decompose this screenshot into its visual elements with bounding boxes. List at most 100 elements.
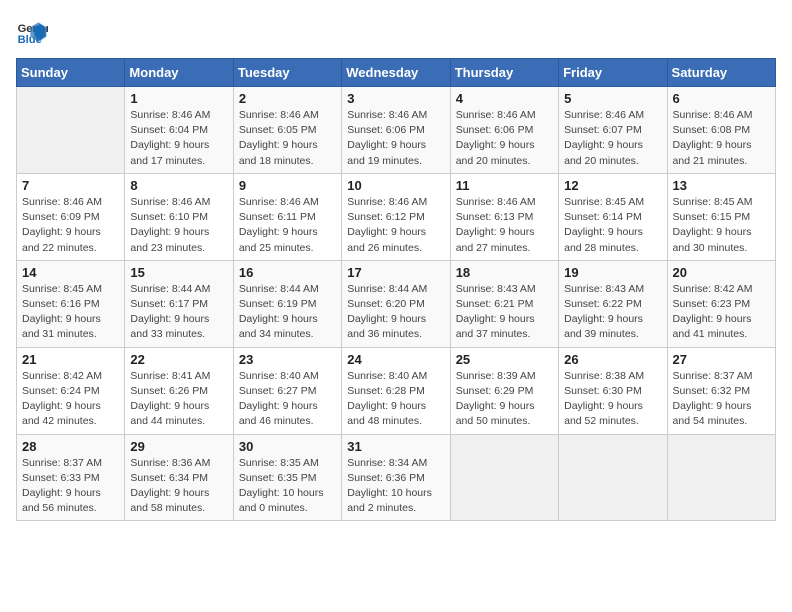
calendar-cell: 17 Sunrise: 8:44 AMSunset: 6:20 PMDayligh… (342, 260, 450, 347)
day-info: Sunrise: 8:44 AMSunset: 6:17 PMDaylight:… (130, 282, 227, 343)
day-number: 13 (673, 178, 770, 193)
day-number: 5 (564, 91, 661, 106)
day-info: Sunrise: 8:36 AMSunset: 6:34 PMDaylight:… (130, 456, 227, 517)
day-info: Sunrise: 8:37 AMSunset: 6:32 PMDaylight:… (673, 369, 770, 430)
calendar-cell: 2 Sunrise: 8:46 AMSunset: 6:05 PMDaylight… (233, 87, 341, 174)
day-number: 12 (564, 178, 661, 193)
day-info: Sunrise: 8:46 AMSunset: 6:05 PMDaylight:… (239, 108, 336, 169)
logo-icon: General Blue (16, 16, 48, 48)
calendar-cell: 18Sunrise: 8:43 AMSunset: 6:21 PMDayligh… (450, 260, 558, 347)
day-number: 6 (673, 91, 770, 106)
calendar-cell: 16 Sunrise: 8:44 AMSunset: 6:19 PMDayligh… (233, 260, 341, 347)
day-info: Sunrise: 8:43 AMSunset: 6:22 PMDaylight:… (564, 282, 661, 343)
day-header-monday: Monday (125, 59, 233, 87)
day-number: 21 (22, 352, 119, 367)
calendar-cell: 10 Sunrise: 8:46 AMSunset: 6:12 PMDayligh… (342, 173, 450, 260)
day-number: 4 (456, 91, 553, 106)
day-info: Sunrise: 8:46 AMSunset: 6:13 PMDaylight:… (456, 195, 553, 256)
day-info: Sunrise: 8:45 AMSunset: 6:14 PMDaylight:… (564, 195, 661, 256)
day-number: 27 (673, 352, 770, 367)
day-info: Sunrise: 8:46 AMSunset: 6:11 PMDaylight:… (239, 195, 336, 256)
day-info: Sunrise: 8:38 AMSunset: 6:30 PMDaylight:… (564, 369, 661, 430)
day-number: 31 (347, 439, 444, 454)
day-number: 7 (22, 178, 119, 193)
day-number: 22 (130, 352, 227, 367)
logo: General Blue (16, 16, 52, 48)
calendar-cell: 8 Sunrise: 8:46 AMSunset: 6:10 PMDaylight… (125, 173, 233, 260)
calendar-cell: 25 Sunrise: 8:39 AMSunset: 6:29 PMDayligh… (450, 347, 558, 434)
calendar-cell: 3 Sunrise: 8:46 AMSunset: 6:06 PMDaylight… (342, 87, 450, 174)
calendar-week-5: 28 Sunrise: 8:37 AMSunset: 6:33 PMDayligh… (17, 434, 776, 521)
day-info: Sunrise: 8:46 AMSunset: 6:10 PMDaylight:… (130, 195, 227, 256)
calendar-cell: 9 Sunrise: 8:46 AMSunset: 6:11 PMDaylight… (233, 173, 341, 260)
day-info: Sunrise: 8:45 AMSunset: 6:15 PMDaylight:… (673, 195, 770, 256)
day-number: 23 (239, 352, 336, 367)
day-info: Sunrise: 8:42 AMSunset: 6:24 PMDaylight:… (22, 369, 119, 430)
day-header-tuesday: Tuesday (233, 59, 341, 87)
day-number: 17 (347, 265, 444, 280)
day-info: Sunrise: 8:46 AMSunset: 6:09 PMDaylight:… (22, 195, 119, 256)
calendar-cell: 31Sunrise: 8:34 AMSunset: 6:36 PMDayligh… (342, 434, 450, 521)
day-number: 2 (239, 91, 336, 106)
calendar-cell: 6 Sunrise: 8:46 AMSunset: 6:08 PMDaylight… (667, 87, 775, 174)
calendar-cell: 7 Sunrise: 8:46 AMSunset: 6:09 PMDaylight… (17, 173, 125, 260)
calendar-cell: 13 Sunrise: 8:45 AMSunset: 6:15 PMDayligh… (667, 173, 775, 260)
calendar-week-3: 14 Sunrise: 8:45 AMSunset: 6:16 PMDayligh… (17, 260, 776, 347)
day-number: 10 (347, 178, 444, 193)
day-number: 18 (456, 265, 553, 280)
day-number: 3 (347, 91, 444, 106)
day-info: Sunrise: 8:46 AMSunset: 6:08 PMDaylight:… (673, 108, 770, 169)
calendar-cell: 15 Sunrise: 8:44 AMSunset: 6:17 PMDayligh… (125, 260, 233, 347)
day-number: 20 (673, 265, 770, 280)
day-info: Sunrise: 8:46 AMSunset: 6:12 PMDaylight:… (347, 195, 444, 256)
calendar-cell: 5 Sunrise: 8:46 AMSunset: 6:07 PMDaylight… (559, 87, 667, 174)
day-number: 8 (130, 178, 227, 193)
calendar-cell: 21 Sunrise: 8:42 AMSunset: 6:24 PMDayligh… (17, 347, 125, 434)
calendar-cell: 27 Sunrise: 8:37 AMSunset: 6:32 PMDayligh… (667, 347, 775, 434)
day-info: Sunrise: 8:39 AMSunset: 6:29 PMDaylight:… (456, 369, 553, 430)
day-info: Sunrise: 8:37 AMSunset: 6:33 PMDaylight:… (22, 456, 119, 517)
day-info: Sunrise: 8:40 AMSunset: 6:28 PMDaylight:… (347, 369, 444, 430)
calendar-cell: 14 Sunrise: 8:45 AMSunset: 6:16 PMDayligh… (17, 260, 125, 347)
day-number: 16 (239, 265, 336, 280)
calendar-cell (667, 434, 775, 521)
day-header-thursday: Thursday (450, 59, 558, 87)
day-info: Sunrise: 8:44 AMSunset: 6:19 PMDaylight:… (239, 282, 336, 343)
calendar-cell (559, 434, 667, 521)
calendar-cell: 26 Sunrise: 8:38 AMSunset: 6:30 PMDayligh… (559, 347, 667, 434)
day-info: Sunrise: 8:44 AMSunset: 6:20 PMDaylight:… (347, 282, 444, 343)
calendar-cell (450, 434, 558, 521)
calendar-week-1: 1Sunrise: 8:46 AMSunset: 6:04 PMDaylight… (17, 87, 776, 174)
day-info: Sunrise: 8:35 AMSunset: 6:35 PMDaylight:… (239, 456, 336, 517)
day-info: Sunrise: 8:42 AMSunset: 6:23 PMDaylight:… (673, 282, 770, 343)
day-info: Sunrise: 8:46 AMSunset: 6:06 PMDaylight:… (456, 108, 553, 169)
day-header-saturday: Saturday (667, 59, 775, 87)
day-info: Sunrise: 8:46 AMSunset: 6:07 PMDaylight:… (564, 108, 661, 169)
day-number: 14 (22, 265, 119, 280)
day-number: 11 (456, 178, 553, 193)
calendar-cell: 12 Sunrise: 8:45 AMSunset: 6:14 PMDayligh… (559, 173, 667, 260)
day-number: 9 (239, 178, 336, 193)
day-info: Sunrise: 8:41 AMSunset: 6:26 PMDaylight:… (130, 369, 227, 430)
day-number: 24 (347, 352, 444, 367)
calendar-cell: 19 Sunrise: 8:43 AMSunset: 6:22 PMDayligh… (559, 260, 667, 347)
calendar-cell (17, 87, 125, 174)
calendar-cell: 24 Sunrise: 8:40 AMSunset: 6:28 PMDayligh… (342, 347, 450, 434)
day-number: 26 (564, 352, 661, 367)
day-number: 28 (22, 439, 119, 454)
day-number: 1 (130, 91, 227, 106)
calendar-week-2: 7 Sunrise: 8:46 AMSunset: 6:09 PMDaylight… (17, 173, 776, 260)
day-number: 25 (456, 352, 553, 367)
day-header-wednesday: Wednesday (342, 59, 450, 87)
day-header-friday: Friday (559, 59, 667, 87)
calendar-week-4: 21 Sunrise: 8:42 AMSunset: 6:24 PMDayligh… (17, 347, 776, 434)
calendar-cell: 20 Sunrise: 8:42 AMSunset: 6:23 PMDayligh… (667, 260, 775, 347)
calendar-header-row: SundayMondayTuesdayWednesdayThursdayFrid… (17, 59, 776, 87)
calendar-cell: 1Sunrise: 8:46 AMSunset: 6:04 PMDaylight… (125, 87, 233, 174)
day-info: Sunrise: 8:40 AMSunset: 6:27 PMDaylight:… (239, 369, 336, 430)
page-header: General Blue (16, 16, 776, 48)
day-number: 15 (130, 265, 227, 280)
day-number: 19 (564, 265, 661, 280)
day-info: Sunrise: 8:46 AMSunset: 6:06 PMDaylight:… (347, 108, 444, 169)
day-info: Sunrise: 8:45 AMSunset: 6:16 PMDaylight:… (22, 282, 119, 343)
